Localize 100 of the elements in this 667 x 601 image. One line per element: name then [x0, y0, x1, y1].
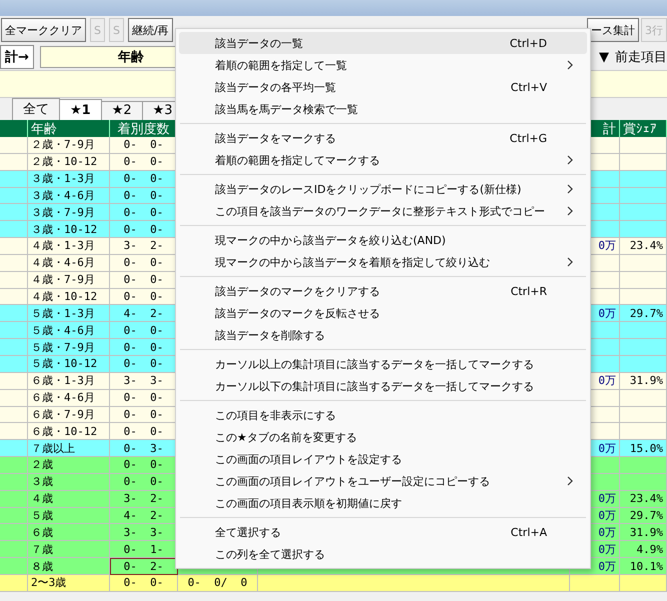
tab[interactable]: 全て [12, 98, 60, 120]
menu-item-label: 着順の範囲を指定してマークする [215, 152, 381, 168]
table-cell: 23.4% [620, 490, 667, 508]
table-cell: 0- 0- [110, 339, 178, 356]
table-cell: 0- 0/ 0 [178, 574, 258, 592]
menu-item[interactable]: 該当データの一覧 Ctrl+D [179, 32, 587, 54]
table-cell [620, 356, 667, 373]
shortcut-label: Ctrl+V [510, 80, 547, 94]
table-cell: 0- 0- [110, 390, 178, 406]
menu-item-label: この画面の項目レイアウトを設定する [215, 452, 403, 466]
table-cell [620, 390, 667, 406]
table-cell: 0- 0- [110, 188, 178, 204]
table-cell: 0- 0- [110, 288, 178, 306]
menu-item[interactable]: 該当データを削除する [179, 324, 587, 346]
table-cell: ４歳・7-9月 [28, 272, 110, 289]
table-cell: 29.7% [620, 508, 667, 524]
table-cell: ３歳・4-6月 [28, 188, 110, 204]
table-cell: 0- 0- [110, 356, 178, 373]
table-cell: 0- 3- [110, 440, 178, 458]
menu-item-label: この画面の項目レイアウトをユーザー設定にコピーする [215, 474, 491, 488]
column-header[interactable]: 着別度数 [110, 120, 178, 137]
chevron-icon [567, 476, 573, 486]
dropdown-arrow[interactable]: ▼ [599, 50, 609, 64]
shortcut-label: Ctrl+A [510, 526, 547, 538]
table-cell: ６歳・4-6月 [28, 390, 110, 406]
toolbar-button[interactable]: 継続/再 [128, 18, 173, 42]
table-cell: 0- 0- [110, 574, 178, 592]
menu-item[interactable]: 該当データの各平均一覧 Ctrl+V [179, 76, 587, 98]
table-cell: 0- 0- [110, 221, 178, 238]
menu-item[interactable]: この画面の項目レイアウトをユーザー設定にコピーする [179, 470, 587, 492]
table-cell: ２歳 [28, 457, 110, 474]
table-cell: ４歳 [28, 490, 110, 508]
table-cell: ４歳・10-12 [28, 288, 110, 306]
menu-item[interactable]: この項目を該当データのワークデータに整形テキスト形式でコピー [179, 200, 587, 222]
table-cell: 0- 0- [110, 254, 178, 272]
tab[interactable]: ★1 [59, 99, 102, 120]
table-cell [620, 137, 667, 154]
table-cell: 31.9% [620, 372, 667, 390]
table-cell: 4- 2- [110, 508, 178, 524]
table-cell [620, 204, 667, 222]
table-cell: ２歳・10-12 [28, 154, 110, 171]
column-header[interactable]: 賞ｼｪｱ [620, 120, 667, 137]
table-cell [620, 221, 667, 238]
table-cell: ７歳 [28, 541, 110, 558]
menu-item[interactable]: 該当データのマークをクリアする Ctrl+R [179, 280, 587, 302]
table-cell: 10.1% [620, 558, 667, 575]
table-cell [620, 154, 667, 171]
table-cell: ５歳・7-9月 [28, 339, 110, 356]
menu-item[interactable]: 着順の範囲を指定してマークする [179, 149, 587, 171]
table-cell [620, 406, 667, 424]
table-cell [620, 170, 667, 188]
menu-item[interactable]: カーソル以上の集計項目に該当するデータを一括してマークする [179, 353, 587, 375]
table-cell: ３歳 [28, 474, 110, 491]
menu-item-label: 該当データのマークを反転させる [215, 306, 381, 320]
menu-item-label: 該当データのレースIDをクリップボードにコピーする(新仕様) [215, 182, 522, 196]
table-cell: ７歳以上 [28, 440, 110, 458]
menu-item-label: 該当馬を馬データ検索で一覧 [215, 102, 359, 116]
menu-item-label: 該当データを削除する [215, 328, 326, 342]
table-cell: 3- 3- [110, 524, 178, 542]
table-cell [620, 474, 667, 491]
column-header[interactable]: 年齢 [28, 120, 110, 137]
table-cell: 0- 0- [110, 457, 178, 474]
column-header [0, 120, 28, 137]
menu-item-label: この画面の項目表示順を初期値に戻す [215, 496, 403, 510]
table-cell: ３歳・10-12 [28, 221, 110, 238]
table-cell [620, 254, 667, 272]
chevron-icon [567, 184, 573, 194]
menu-item[interactable]: この項目を非表示にする [179, 404, 587, 426]
table-cell [620, 574, 667, 592]
shortcut-label: Ctrl+D [510, 36, 547, 50]
table-cell: 0- 0- [110, 154, 178, 171]
table-cell: 3- 2- [110, 490, 178, 508]
table-cell: ８歳 [28, 558, 110, 575]
table-cell [620, 188, 667, 204]
menu-item-label: 全て選択する [215, 524, 282, 540]
table-cell: 0- 0- [110, 322, 178, 340]
shortcut-label: Ctrl+R [510, 284, 547, 298]
table-cell: 15.0% [620, 440, 667, 458]
toolbar-button[interactable]: 全マーククリア [1, 18, 86, 42]
chevron-icon [567, 206, 573, 216]
toolbar-button[interactable]: ース集計 [587, 18, 639, 42]
table-cell: 0- 0- [110, 406, 178, 424]
table-cell: 23.4% [620, 238, 667, 255]
table-cell: ６歳・10-12 [28, 423, 110, 440]
menu-item-label: 該当データのマークをクリアする [215, 284, 381, 298]
menu-item[interactable]: 該当データのレースIDをクリップボードにコピーする(新仕様) [179, 178, 587, 200]
menu-item-label: カーソル以下の集計項目に該当するデータを一括してマークする [215, 378, 535, 394]
shortcut-label: Ctrl+G [510, 132, 547, 144]
table-cell: ４歳・4-6月 [28, 254, 110, 272]
table-cell: 2〜3歳 [28, 574, 110, 592]
table-cell [620, 322, 667, 340]
tab[interactable]: ★2 [100, 101, 143, 120]
table-cell: ６歳 [28, 524, 110, 542]
table-cell: 3- 3- [110, 372, 178, 390]
table-cell: 4.9% [620, 541, 667, 558]
table-cell: 0- 0- [110, 474, 178, 491]
menu-item-label: カーソル以上の集計項目に該当するデータを一括してマークする [215, 356, 535, 372]
menu-item-label: 該当データをマークする [215, 130, 337, 146]
table-cell: 0- 0- [110, 204, 178, 222]
table-cell: ５歳・10-12 [28, 356, 110, 373]
